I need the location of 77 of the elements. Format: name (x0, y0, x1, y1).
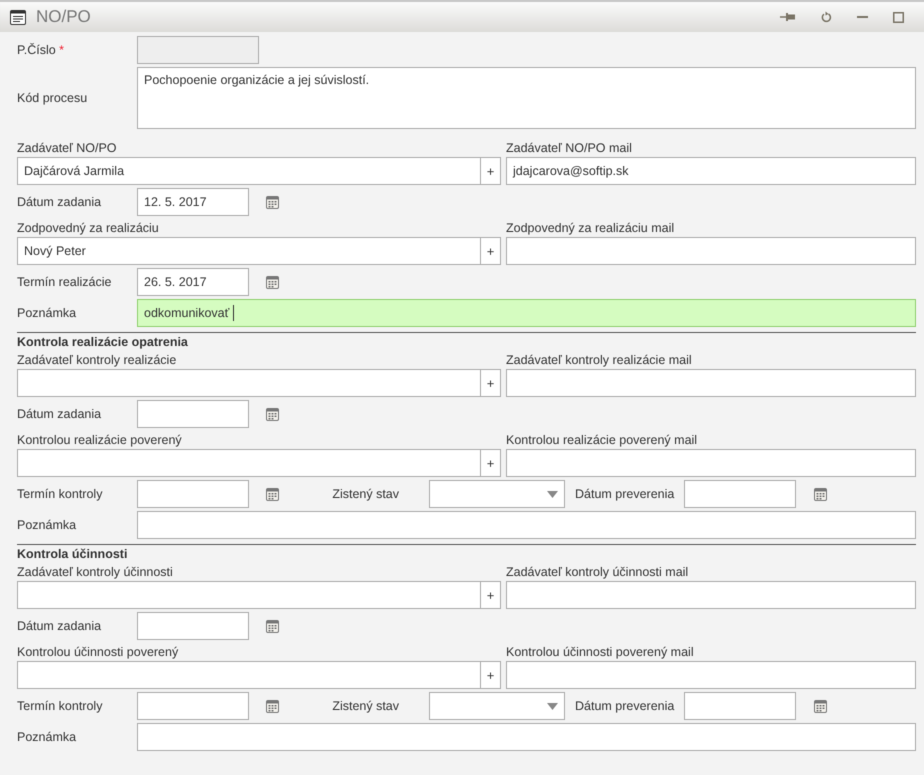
field-label: Poznámka (17, 306, 78, 320)
date-field[interactable] (137, 400, 249, 428)
date-field[interactable]: 12. 5. 2017 (137, 188, 249, 216)
date-field[interactable] (137, 612, 249, 640)
maximize-icon[interactable] (893, 12, 904, 22)
field-label: P.Číslo * (17, 43, 66, 57)
calendar-icon[interactable] (814, 699, 828, 713)
field-label: Zodpovedný za realizáciu mail (506, 220, 676, 237)
field-label: Zadávateľ kontroly účinnosti mail (506, 564, 690, 581)
add-button[interactable]: + (481, 369, 501, 397)
section-heading: Kontrola realizácie opatrenia (17, 335, 188, 349)
dropdown-arrow-icon (547, 490, 558, 498)
calendar-icon[interactable] (266, 275, 279, 289)
email-field[interactable] (506, 661, 916, 689)
date-field[interactable] (684, 692, 796, 720)
section-heading: Kontrola účinnosti (17, 547, 128, 561)
person-field[interactable] (17, 369, 481, 397)
add-button[interactable]: + (481, 661, 501, 689)
field-label: Dátum preverenia (574, 487, 676, 501)
date-field[interactable] (684, 480, 796, 508)
note-field[interactable]: odkomunikovať (137, 299, 916, 327)
field-label: Kód procesu (17, 91, 88, 105)
field-label: Poznámka (17, 518, 78, 532)
email-field[interactable]: jdajcarova@softip.sk (506, 157, 916, 185)
field-label: Dátum preverenia (574, 699, 676, 713)
field-label: Termín kontroly (17, 699, 104, 713)
field-label: Zadávateľ kontroly realizácie mail (506, 352, 693, 369)
person-field[interactable]: Dajčárová Jarmila (17, 157, 481, 185)
field-label: Kontrolou realizácie poverený (17, 432, 183, 449)
field-label: Zistený stav (331, 487, 400, 501)
date-field[interactable] (137, 480, 249, 508)
email-field[interactable] (506, 449, 916, 477)
dropdown-arrow-icon (547, 702, 558, 710)
state-dropdown[interactable] (429, 692, 565, 720)
person-field[interactable]: Nový Peter (17, 237, 481, 265)
add-button[interactable]: + (481, 157, 501, 185)
note-field[interactable] (137, 723, 916, 751)
field-label: Kontrolou účinnosti poverený mail (506, 644, 695, 661)
field-label: Zadávateľ NO/PO mail (506, 140, 633, 157)
note-field[interactable] (137, 511, 916, 539)
calendar-icon[interactable] (266, 699, 279, 713)
field-label: Dátum zadania (17, 619, 102, 633)
field-label: Termín kontroly (17, 487, 104, 501)
field-label: Zistený stav (331, 699, 400, 713)
field-label: Kontrolou realizácie poverený mail (506, 432, 698, 449)
add-button[interactable]: + (481, 449, 501, 477)
email-field[interactable] (506, 581, 916, 609)
email-field[interactable] (506, 369, 916, 397)
email-field[interactable] (506, 237, 916, 265)
date-field[interactable]: 26. 5. 2017 (137, 268, 249, 296)
field-label: Termín realizácie (17, 275, 112, 289)
field-label: Poznámka (17, 730, 78, 744)
calendar-icon[interactable] (266, 195, 279, 209)
field-label: Zadávateľ NO/PO (17, 140, 118, 157)
field-label: Dátum zadania (17, 407, 102, 421)
person-field[interactable] (17, 661, 481, 689)
calendar-icon[interactable] (266, 619, 279, 633)
pin-icon[interactable] (780, 12, 796, 22)
person-field[interactable] (17, 581, 481, 609)
state-dropdown[interactable] (429, 480, 565, 508)
form-icon (10, 10, 26, 24)
field-label: Zadávateľ kontroly realizácie (17, 352, 178, 369)
field-label: Zadávateľ kontroly účinnosti (17, 564, 174, 581)
calendar-icon[interactable] (266, 487, 279, 501)
add-button[interactable]: + (481, 581, 501, 609)
window-title: NO/PO (36, 7, 91, 27)
calendar-icon[interactable] (266, 407, 279, 421)
date-field[interactable] (137, 692, 249, 720)
person-field[interactable] (17, 449, 481, 477)
required-mark: * (59, 43, 64, 57)
calendar-icon[interactable] (814, 487, 828, 501)
field-label: Kontrolou účinnosti poverený (17, 644, 180, 661)
field-label: Dátum zadania (17, 195, 102, 209)
field-label: Zodpovedný za realizáciu (17, 220, 160, 237)
text-area[interactable]: Pochopoenie organizácie a jej súvislostí. (137, 67, 916, 129)
add-button[interactable]: + (481, 237, 501, 265)
refresh-icon[interactable] (821, 11, 832, 23)
